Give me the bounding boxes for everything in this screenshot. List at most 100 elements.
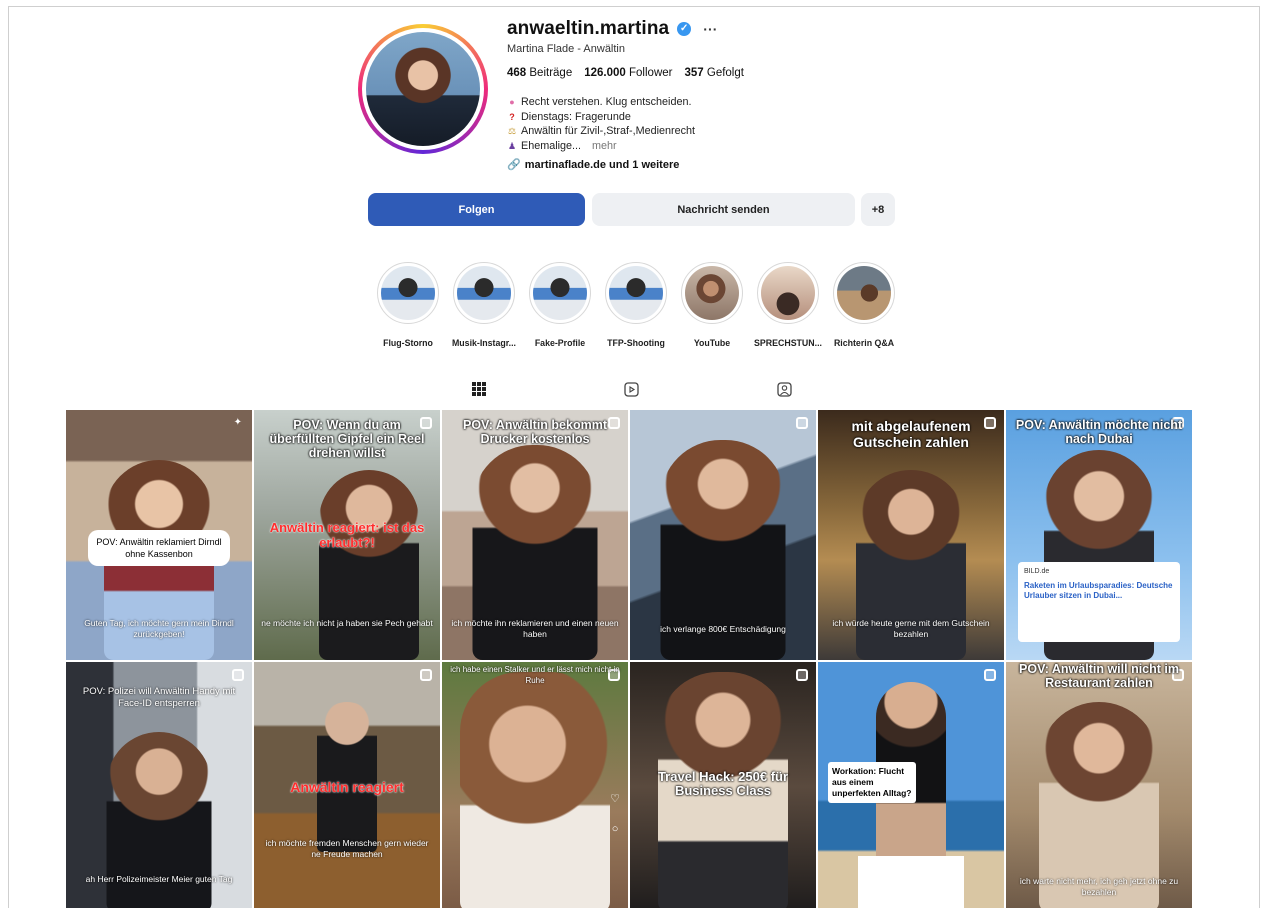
post-tile[interactable]: POV: Anwältin bekommt Drucker kostenlos … — [442, 410, 628, 660]
post-subtitle: ich verlange 800€ Entschädigung — [660, 624, 786, 634]
pinned-icon: ✦ — [233, 417, 242, 428]
bio-line-4: ♟ Ehemalige... mehr — [507, 139, 617, 154]
post-person — [460, 672, 610, 908]
post-subtitle: ich möchte ihn reklamieren und einen neu… — [451, 618, 619, 639]
posts-grid: ✦ POV: Anwältin reklamiert Dirndl ohne K… — [66, 410, 1196, 908]
link-icon: 🔗 — [507, 159, 521, 171]
highlight-cover — [837, 266, 891, 320]
post-subtitle: ah Herr Polizeimeister Meier guten Tag — [85, 874, 233, 884]
reel-icon — [796, 417, 808, 429]
highlight-item[interactable]: TFP-Shooting — [603, 262, 669, 348]
reel-side-actions: ♡ ○ — [610, 792, 620, 835]
judge-icon: ♟ — [507, 140, 517, 151]
follow-button[interactable]: Folgen — [368, 193, 585, 226]
reel-icon — [796, 669, 808, 681]
profile-bio: ● Recht verstehen. Klug entscheiden. ? Die… — [507, 95, 695, 153]
highlight-label: Richterin Q&A — [833, 338, 895, 348]
news-card: BILD.de Raketen im Urlaubsparadies: Deut… — [1018, 562, 1180, 642]
post-person — [319, 470, 420, 660]
post-title: POV: Anwältin möchte nicht nach Dubai — [1015, 418, 1183, 446]
add-user-icon: +8 — [871, 203, 885, 216]
highlight-label: SPRECHSTUN... — [754, 338, 822, 348]
profile-link[interactable]: 🔗 martinaflade.de und 1 weitere — [507, 158, 680, 172]
highlight-item[interactable]: Musik-Instagr... — [451, 262, 517, 348]
highlight-item[interactable]: Fake-Profile — [527, 262, 593, 348]
post-title: POV: Polizei will Anwältin Handy mit Fac… — [82, 686, 236, 709]
post-tile[interactable]: POV: Anwältin möchte nicht nach Dubai BI… — [1006, 410, 1192, 660]
add-user-button[interactable]: +8 — [861, 193, 895, 226]
posts-grid-tab-icon[interactable] — [472, 382, 486, 400]
post-subtitle: ich warte nicht mehr, ich geh jetzt ohne… — [1019, 876, 1179, 897]
verified-badge-icon: ✓ — [677, 22, 692, 36]
highlight-item[interactable]: Richterin Q&A — [831, 262, 897, 348]
post-caption-box: Workation: Flucht aus einem unperfekten … — [828, 762, 916, 803]
post-tile[interactable]: POV: Polizei will Anwältin Handy mit Fac… — [66, 662, 252, 908]
reel-icon — [232, 669, 244, 681]
avatar-image — [366, 32, 480, 146]
posts-label: Beiträge — [529, 67, 573, 79]
followers-count: 126.000 — [584, 67, 626, 79]
highlight-item[interactable]: SPRECHSTUN... — [754, 262, 822, 348]
profile-link-text[interactable]: martinaflade.de und 1 weitere — [525, 159, 680, 171]
following-stat[interactable]: 357 Gefolgt — [684, 67, 743, 79]
post-subtitle: ne möchte ich nicht ja haben sie Pech ge… — [261, 618, 433, 628]
post-subtitle: ich würde heute gerne mit dem Gutschein … — [832, 618, 990, 639]
post-title: POV: Anwältin bekommt Drucker kostenlos — [462, 418, 607, 446]
following-label: Gefolgt — [706, 67, 744, 79]
bio-line-3: ⚖ Anwältin für Zivil-,Straf-,Medienrecht — [507, 125, 696, 138]
profile-username-row: anwaeltin.martina ✓ ··· — [507, 18, 718, 40]
posts-count: 468 — [507, 67, 527, 79]
question-mark-icon: ? — [509, 111, 515, 122]
profile-username: anwaeltin.martina — [507, 18, 670, 39]
scales-icon: ⚖ — [507, 126, 517, 137]
followers-stat[interactable]: 126.000 Follower — [584, 67, 672, 79]
news-headline: Raketen im Urlaubsparadies: Deutsche Url… — [1024, 581, 1173, 600]
tagged-tab-icon[interactable] — [777, 382, 792, 401]
post-tile[interactable]: ✦ POV: Anwältin reklamiert Dirndl ohne K… — [66, 410, 252, 660]
more-options-icon[interactable]: ··· — [703, 21, 717, 37]
post-title: mit abgelaufenem Gutschein zahlen — [851, 418, 971, 450]
post-tile[interactable]: mit abgelaufenem Gutschein zahlen ich wü… — [818, 410, 1004, 660]
highlight-label: YouTube — [693, 338, 731, 348]
post-tile[interactable]: Travel Hack: 250€ für Business Class — [630, 662, 816, 908]
post-title: POV: Anwältin will nicht im Restaurant z… — [1019, 662, 1179, 690]
post-caption-box: POV: Anwältin reklamiert Dirndl ohne Kas… — [88, 530, 230, 566]
highlight-cover — [609, 266, 663, 320]
post-tile[interactable]: Workation: Flucht aus einem unperfekten … — [818, 662, 1004, 908]
highlight-cover — [685, 266, 739, 320]
reel-icon — [420, 669, 432, 681]
post-tile[interactable]: ich verlange 800€ Entschädigung — [630, 410, 816, 660]
post-subtitle: Guten Tag, ich möchte gern mein Dirndl z… — [84, 618, 234, 639]
highlight-item[interactable]: YouTube — [679, 262, 745, 348]
reel-icon — [984, 669, 996, 681]
highlight-label: Musik-Instagr... — [451, 338, 517, 348]
heart-icon[interactable]: ♡ — [610, 792, 620, 805]
post-tile[interactable]: POV: Wenn du am überfüllten Gipfel ein R… — [254, 410, 440, 660]
reels-tab-icon[interactable] — [624, 382, 639, 401]
highlight-item[interactable]: Flug-Storno — [375, 262, 441, 348]
bio-more-link[interactable]: mehr — [592, 139, 617, 154]
bio-line-1: ● Recht verstehen. Klug entscheiden. — [507, 95, 695, 110]
profile-stats: 468 Beiträge 126.000 Follower 357 Gefolg… — [507, 67, 744, 79]
followers-label: Follower — [629, 67, 673, 79]
post-title: Travel Hack: 250€ für Business Class — [657, 769, 789, 798]
post-person — [317, 702, 377, 852]
highlight-cover — [457, 266, 511, 320]
post-tile[interactable]: ich habe einen Stalker und er lässt mich… — [442, 662, 628, 908]
comment-icon[interactable]: ○ — [612, 823, 619, 835]
post-highlight-text: Anwältin reagiert — [290, 779, 404, 795]
profile-full-name: Martina Flade - Anwältin — [507, 43, 625, 55]
post-subtitle: ich möchte fremden Menschen gern wieder … — [265, 838, 429, 859]
news-source: BILD.de — [1024, 568, 1050, 575]
post-tile[interactable]: Anwältin reagiert ich möchte fremden Men… — [254, 662, 440, 908]
brain-icon: ● — [509, 97, 515, 107]
post-title: ich habe einen Stalker und er lässt mich… — [450, 665, 620, 685]
profile-avatar[interactable] — [358, 24, 488, 154]
post-tile[interactable]: POV: Anwältin will nicht im Restaurant z… — [1006, 662, 1192, 908]
post-title: POV: Wenn du am überfüllten Gipfel ein R… — [269, 418, 425, 460]
message-button[interactable]: Nachricht senden — [592, 193, 855, 226]
highlight-label: TFP-Shooting — [607, 338, 665, 348]
highlight-cover — [533, 266, 587, 320]
bio-line-2: ? Dienstags: Fragerunde — [507, 110, 695, 125]
story-highlights: Flug-Storno Musik-Instagr... Fake-Profil… — [375, 262, 897, 348]
